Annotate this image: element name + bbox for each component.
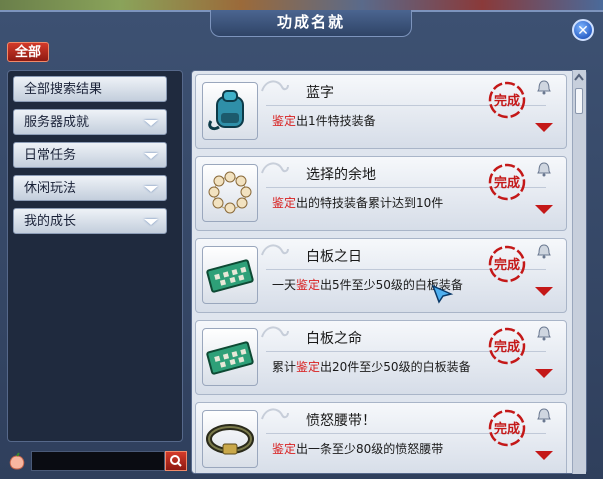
completed-stamp-icon: 完成 <box>488 409 526 447</box>
all-filter-button[interactable]: 全部 <box>7 42 49 62</box>
chevron-down-icon <box>144 120 158 126</box>
achievement-card[interactable]: 白板之日 一天鉴定出5件至少50级的白板装备 完成 <box>195 238 567 313</box>
list-scrollbar[interactable] <box>572 70 586 474</box>
sidebar-item-label: 我的成长 <box>24 214 77 229</box>
expand-arrow-icon[interactable] <box>535 123 553 132</box>
highlight-keyword: 鉴定 <box>296 278 321 292</box>
expand-arrow-icon[interactable] <box>535 205 553 214</box>
achievement-description: 鉴定出1件特技装备 <box>272 114 376 128</box>
circuit-board-icon <box>206 259 254 293</box>
expand-arrow-icon[interactable] <box>535 287 553 296</box>
sidebar-item-daily-tasks[interactable]: 日常任务 <box>13 142 167 168</box>
bell-icon[interactable] <box>536 243 552 259</box>
window-title: 功成名就 <box>210 10 412 37</box>
achievement-card[interactable]: 愤怒腰带！ 鉴定出一条至少80级的愤怒腰带 完成 <box>195 402 567 473</box>
stamp-label: 完成 <box>494 93 520 109</box>
achievement-title: 蓝字 <box>306 85 334 101</box>
sidebar-item-label: 日常任务 <box>24 148 77 163</box>
achievement-description: 鉴定出一条至少80级的愤怒腰带 <box>272 442 444 456</box>
highlight-keyword: 鉴定 <box>272 114 297 128</box>
sidebar-item-all-results[interactable]: 全部搜索结果 <box>13 76 167 102</box>
belt-icon <box>206 424 254 455</box>
achievement-title: 白板之命 <box>306 331 362 347</box>
completed-stamp-icon: 完成 <box>488 327 526 365</box>
achievement-card[interactable]: 白板之命 累计鉴定出20件至少50级的白板装备 完成 <box>195 320 567 395</box>
cloud-ornament <box>261 326 289 338</box>
completed-stamp-icon: 完成 <box>488 81 526 119</box>
sidebar-item-my-growth[interactable]: 我的成长 <box>13 208 167 234</box>
cloud-ornament <box>261 244 289 256</box>
highlight-keyword: 鉴定 <box>296 360 321 374</box>
cloud-ornament <box>261 80 289 92</box>
completed-stamp-icon: 完成 <box>488 163 526 201</box>
achievement-description: 累计鉴定出20件至少50级的白板装备 <box>272 360 471 374</box>
cloud-ornament <box>261 162 289 174</box>
achievement-card[interactable]: 选择的余地 鉴定出的特技装备累计达到10件 完成 <box>195 156 567 231</box>
achievement-title: 选择的余地 <box>306 167 376 183</box>
stamp-label: 完成 <box>494 339 520 355</box>
close-button[interactable]: ✕ <box>572 19 594 41</box>
achievement-title: 白板之日 <box>306 249 362 265</box>
chevron-down-icon <box>144 153 158 159</box>
chevron-down-icon <box>144 186 158 192</box>
search-button[interactable] <box>165 451 187 471</box>
bell-icon[interactable] <box>536 325 552 341</box>
backpack-icon <box>208 90 244 131</box>
highlight-keyword: 鉴定 <box>272 196 297 210</box>
stamp-label: 完成 <box>494 175 520 191</box>
search-input[interactable] <box>31 451 165 471</box>
chevron-down-icon <box>144 219 158 225</box>
completed-stamp-icon: 完成 <box>488 245 526 283</box>
achievement-list: 蓝字 鉴定出1件特技装备 完成 选择的余地 鉴定出的特技装备累计达到10件 完成 <box>191 70 587 474</box>
achievement-icon-frame <box>202 82 258 140</box>
stamp-label: 完成 <box>494 257 520 273</box>
expand-arrow-icon[interactable] <box>535 369 553 378</box>
sidebar-item-label: 休闲玩法 <box>24 181 77 196</box>
search-icon <box>170 455 182 467</box>
peach-icon <box>9 452 25 470</box>
search-bar <box>7 450 187 474</box>
bell-icon[interactable] <box>536 407 552 423</box>
scrollbar-thumb[interactable] <box>575 88 583 114</box>
expand-arrow-icon[interactable] <box>535 451 553 460</box>
close-icon: ✕ <box>577 23 589 39</box>
sidebar-item-label: 服务器成就 <box>24 115 90 130</box>
stamp-label: 完成 <box>494 421 520 437</box>
sidebar-item-server-achievements[interactable]: 服务器成就 <box>13 109 167 135</box>
achievement-description: 鉴定出的特技装备累计达到10件 <box>272 196 444 210</box>
circuit-board-icon <box>206 341 254 375</box>
achievement-icon-frame <box>202 164 258 222</box>
bell-icon[interactable] <box>536 161 552 177</box>
scroll-up-icon[interactable] <box>573 72 585 82</box>
achievement-icon-frame <box>202 410 258 468</box>
highlight-keyword: 鉴定 <box>272 442 297 456</box>
achievement-card[interactable]: 蓝字 鉴定出1件特技装备 完成 <box>195 74 567 149</box>
sidebar-item-leisure[interactable]: 休闲玩法 <box>13 175 167 201</box>
achievement-icon-frame <box>202 246 258 304</box>
cloud-ornament <box>261 408 289 420</box>
mouse-cursor-icon <box>431 284 454 304</box>
achievement-icon-frame <box>202 328 258 386</box>
achievement-title: 愤怒腰带！ <box>306 413 376 429</box>
sidebar-item-label: 全部搜索结果 <box>24 82 103 97</box>
category-sidebar: 全部搜索结果 服务器成就 日常任务 休闲玩法 我的成长 <box>7 70 183 442</box>
pearl-bracelet-icon <box>208 171 252 214</box>
bell-icon[interactable] <box>536 79 552 95</box>
